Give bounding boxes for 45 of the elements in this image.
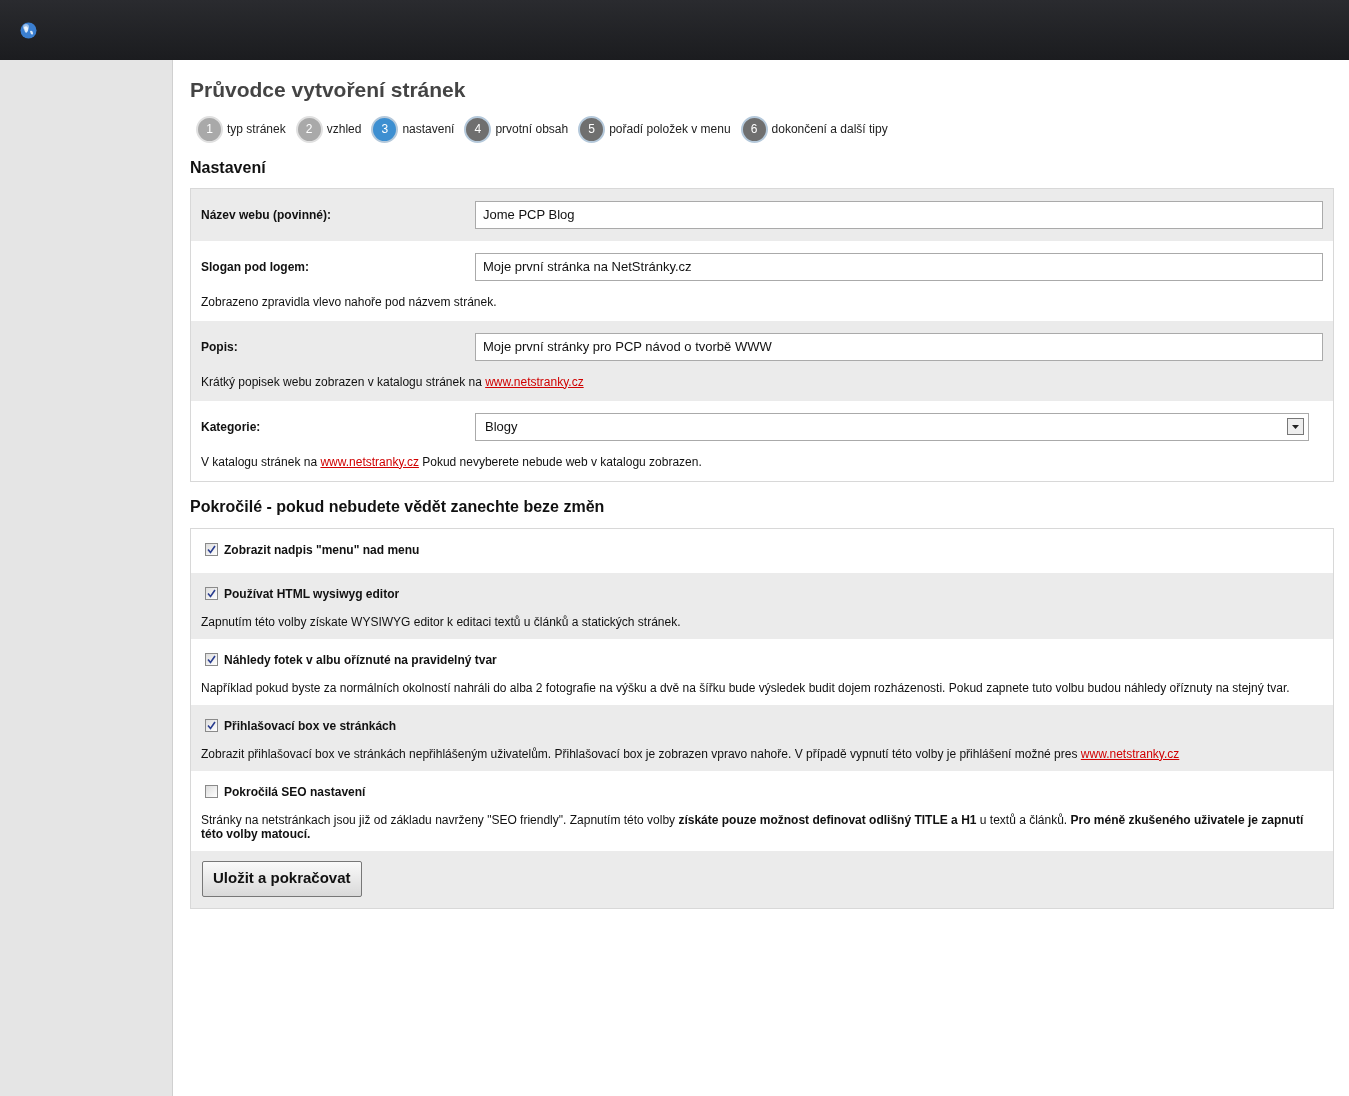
help-text: V katalogu stránek na www.netstranky.cz Pokud nevyberete nebude web v katalogu zobrazen. bbox=[201, 453, 703, 471]
field-label: Kategorie: bbox=[201, 418, 262, 436]
text-input[interactable]: Moje první stránka na NetStránky.cz bbox=[475, 252, 1323, 281]
checkbox[interactable] bbox=[205, 719, 218, 732]
page-title: Průvodce vytvoření stránek bbox=[190, 77, 466, 103]
help-text: Krátký popisek webu zobrazen v katalogu stránek na www.netstranky.cz bbox=[201, 373, 585, 391]
step-number: 2 bbox=[295, 115, 323, 143]
option-label: Přihlašovací box ve stránkách bbox=[224, 717, 397, 735]
section-heading: Pokročilé - pokud nebudete vědět zanechte beze změn bbox=[190, 496, 605, 517]
field-label: Popis: bbox=[201, 338, 239, 356]
text-input[interactable]: Jome PCP Blog bbox=[475, 200, 1323, 229]
section-heading: Nastavení bbox=[190, 157, 266, 178]
website-link[interactable]: www.netstranky.cz bbox=[485, 374, 584, 389]
text-input[interactable]: Moje první stránky pro PCP návod o tvorbě WWW bbox=[475, 332, 1323, 361]
step-label[interactable]: typ stránek bbox=[227, 120, 286, 138]
globe-icon[interactable] bbox=[20, 21, 37, 39]
step-label[interactable]: prvotní obsah bbox=[495, 120, 569, 138]
option-label: Používat HTML wysiwyg editor bbox=[224, 585, 400, 603]
step-number: 6 bbox=[740, 115, 768, 143]
help-text: Stránky na netstránkach jsou již od základu navrženy "SEO friendly". Zapnutím této volby získáte pouze možnost definovat odlišný TITLE a H1 u textů a článků. Pro méně zkušeného uživatele je zapnutí této volby matoucí. bbox=[201, 812, 1305, 841]
option-label: Náhledy fotek v albu oříznuté na pravidelný tvar bbox=[224, 651, 497, 669]
step-label[interactable]: nastavení bbox=[402, 120, 455, 138]
step-label[interactable]: pořadí položek v menu bbox=[609, 120, 731, 138]
checkbox[interactable] bbox=[205, 785, 218, 798]
field-label: Slogan pod logem: bbox=[201, 258, 310, 276]
checkbox[interactable] bbox=[205, 653, 218, 666]
checkbox[interactable] bbox=[205, 587, 218, 600]
step-label[interactable]: dokončení a další tipy bbox=[771, 120, 888, 138]
option-label: Pokročilá SEO nastavení bbox=[224, 783, 366, 801]
step-number: 3 bbox=[371, 115, 399, 143]
field-label: Název webu (povinné): bbox=[201, 206, 332, 224]
website-link[interactable]: www.netstranky.cz bbox=[1080, 746, 1180, 761]
step-label[interactable]: vzhled bbox=[326, 120, 362, 138]
step-number: 4 bbox=[464, 115, 492, 143]
step-number: 1 bbox=[196, 115, 223, 143]
help-text: Zobrazeno zpravidla vlevo nahoře pod názvem stránek. bbox=[201, 293, 498, 311]
option-label: Zobrazit nadpis "menu" nad menu bbox=[224, 541, 420, 559]
save-continue-button[interactable]: Uložit a pokračovat bbox=[202, 860, 362, 897]
step-number: 5 bbox=[578, 115, 606, 143]
website-link[interactable]: www.netstranky.cz bbox=[320, 454, 419, 469]
checkbox[interactable] bbox=[205, 543, 218, 556]
help-text: Zapnutím této volby získate WYSIWYG editor k editaci textů u článků a statických stránek. bbox=[201, 614, 682, 629]
category-dropdown[interactable]: Blogy bbox=[475, 412, 1309, 441]
help-text: Například pokud byste za normálních okolností nahráli do alba 2 fotografie na výšku a dvě na šířku bude výsledek budit dojem rozházenosti. Pokud zapnete tuto volbu budou náhledy oříznuty na stejný tvar. bbox=[201, 680, 1291, 695]
help-text: Zobrazit přihlašovací box ve stránkách nepřihlášeným uživatelům. Přihlašovací box je zobrazen vpravo nahoře. V případě vypnutí této volby je přihlášení možné pres www.netstranky.cz bbox=[201, 746, 1181, 761]
